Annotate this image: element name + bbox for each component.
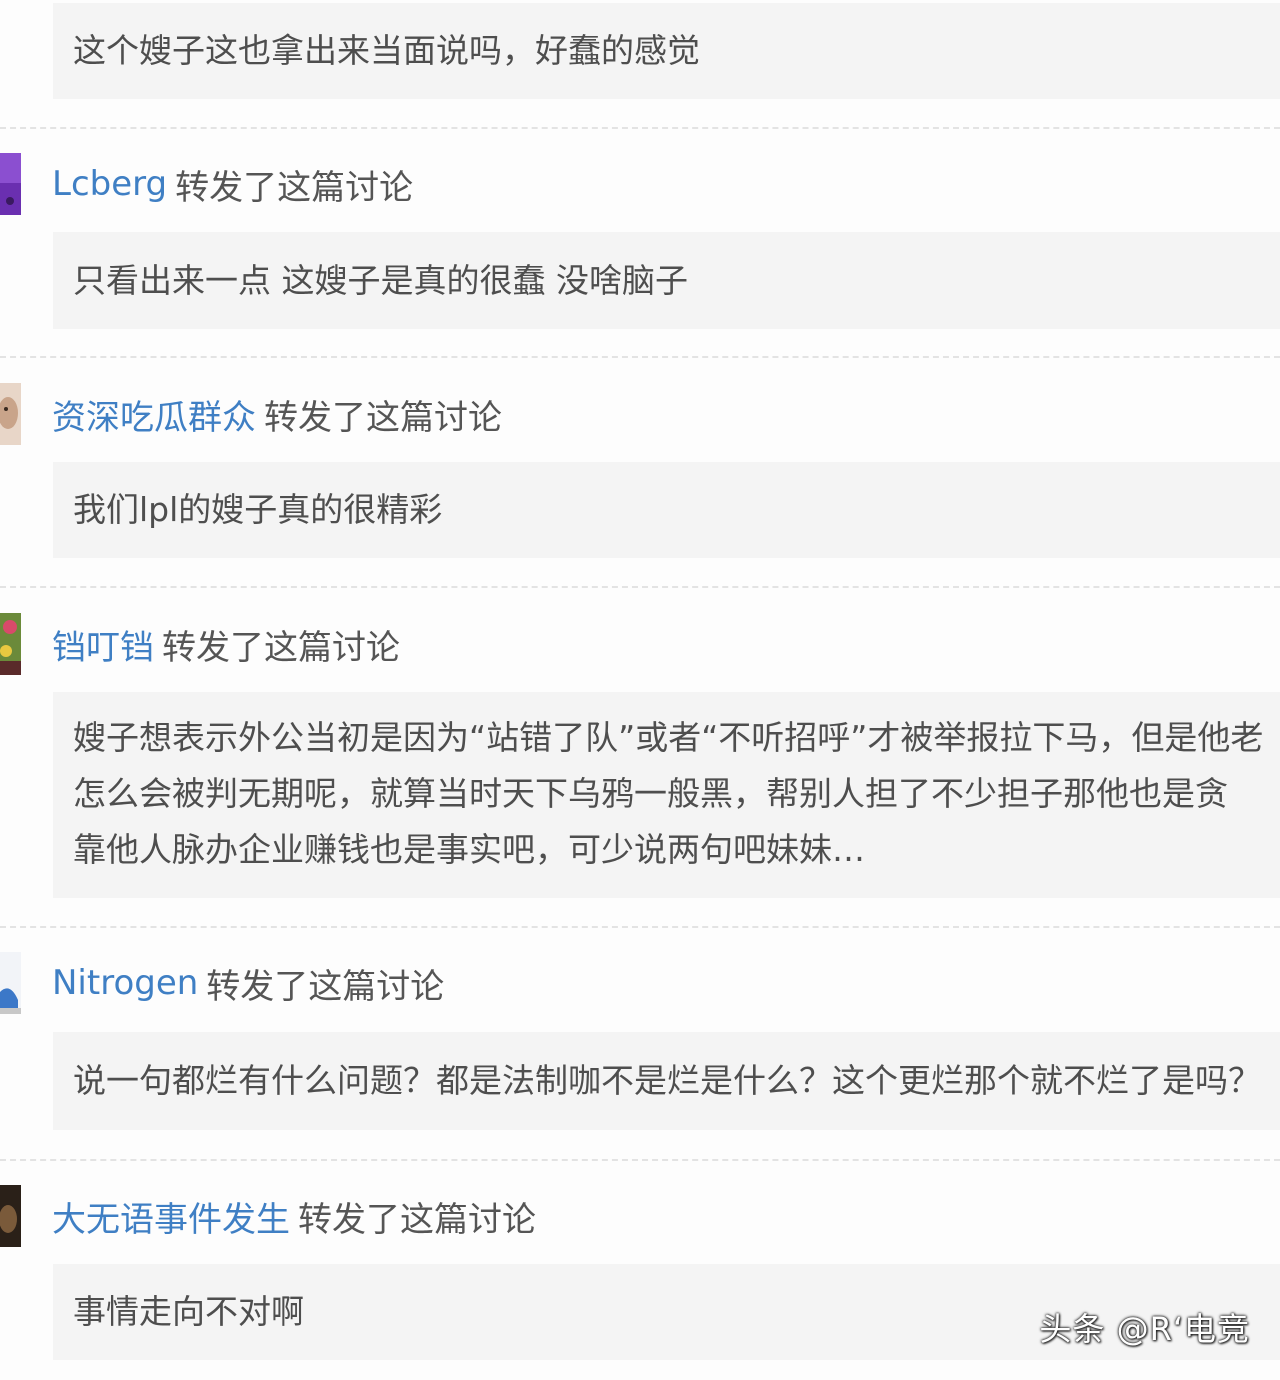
comment-text: 事情走向不对啊 (73, 1292, 304, 1331)
repost-header: 资深吃瓜群众 转发了这篇讨论 (0, 383, 1280, 445)
divider (0, 127, 1280, 129)
username-link[interactable]: 铛叮铛 (52, 620, 154, 669)
username-link[interactable]: Nitrogen (52, 963, 198, 1003)
repost-line: Lcberg 转发了这篇讨论 (52, 153, 413, 215)
comment-text: 我们lpl的嫂子真的很精彩 (73, 490, 443, 529)
avatar[interactable] (0, 1185, 21, 1247)
watermark: 头条 @R‘电竞 (1039, 1310, 1250, 1348)
repost-line: Nitrogen 转发了这篇讨论 (52, 952, 444, 1014)
divider (0, 926, 1280, 928)
username-link[interactable]: 资深吃瓜群众 (52, 390, 256, 439)
repost-header: 铛叮铛 转发了这篇讨论 (0, 613, 1280, 675)
repost-action-text: 转发了这篇讨论 (162, 627, 400, 668)
avatar[interactable] (0, 153, 21, 215)
repost-header: Lcberg 转发了这篇讨论 (0, 153, 1280, 215)
repost-header: Nitrogen 转发了这篇讨论 (0, 952, 1280, 1014)
comment-bubble: 只看出来一点 这嫂子是真的很蠢 没啥脑子 (53, 232, 1280, 329)
username-link[interactable]: 大无语事件发生 (52, 1192, 290, 1241)
repost-header: 大无语事件发生 转发了这篇讨论 (0, 1185, 1280, 1247)
divider (0, 356, 1280, 358)
repost-action-text: 转发了这篇讨论 (175, 167, 414, 208)
comment-bubble: 嫂子想表示外公当初是因为“站错了队”或者“不听招呼”才被举报拉下马，但是他老 怎… (53, 692, 1280, 898)
divider (0, 1159, 1280, 1161)
comment-bubble: 我们lpl的嫂子真的很精彩 (53, 462, 1280, 558)
repost-line: 资深吃瓜群众 转发了这篇讨论 (52, 383, 502, 445)
comment-bubble: 这个嫂子这也拿出来当面说吗，好蠢的感觉 (53, 3, 1280, 99)
username-link[interactable]: Lcberg (52, 164, 167, 204)
comment-text: 说一句都烂有什么问题？都是法制咖不是烂是什么？这个更烂那个就不烂了是吗？ (73, 1061, 1261, 1100)
repost-action-text: 转发了这篇讨论 (264, 397, 502, 438)
comment-text: 这个嫂子这也拿出来当面说吗，好蠢的感觉 (73, 31, 700, 70)
discussion-feed: 这个嫂子这也拿出来当面说吗，好蠢的感觉 Lcberg 转发了这篇讨论 只看出来一… (0, 0, 1280, 1380)
divider (0, 586, 1280, 588)
repost-action-text: 转发了这篇讨论 (206, 966, 445, 1007)
avatar[interactable] (0, 952, 21, 1014)
avatar[interactable] (0, 613, 21, 675)
comment-bubble: 说一句都烂有什么问题？都是法制咖不是烂是什么？这个更烂那个就不烂了是吗？ (53, 1032, 1280, 1130)
repost-action-text: 转发了这篇讨论 (298, 1199, 536, 1240)
repost-line: 大无语事件发生 转发了这篇讨论 (52, 1185, 536, 1247)
comment-text: 只看出来一点 这嫂子是真的很蠢 没啥脑子 (73, 260, 688, 300)
repost-line: 铛叮铛 转发了这篇讨论 (52, 613, 400, 675)
comment-text: 嫂子想表示外公当初是因为“站错了队”或者“不听招呼”才被举报拉下马，但是他老 怎… (73, 718, 1264, 869)
avatar[interactable] (0, 383, 21, 445)
